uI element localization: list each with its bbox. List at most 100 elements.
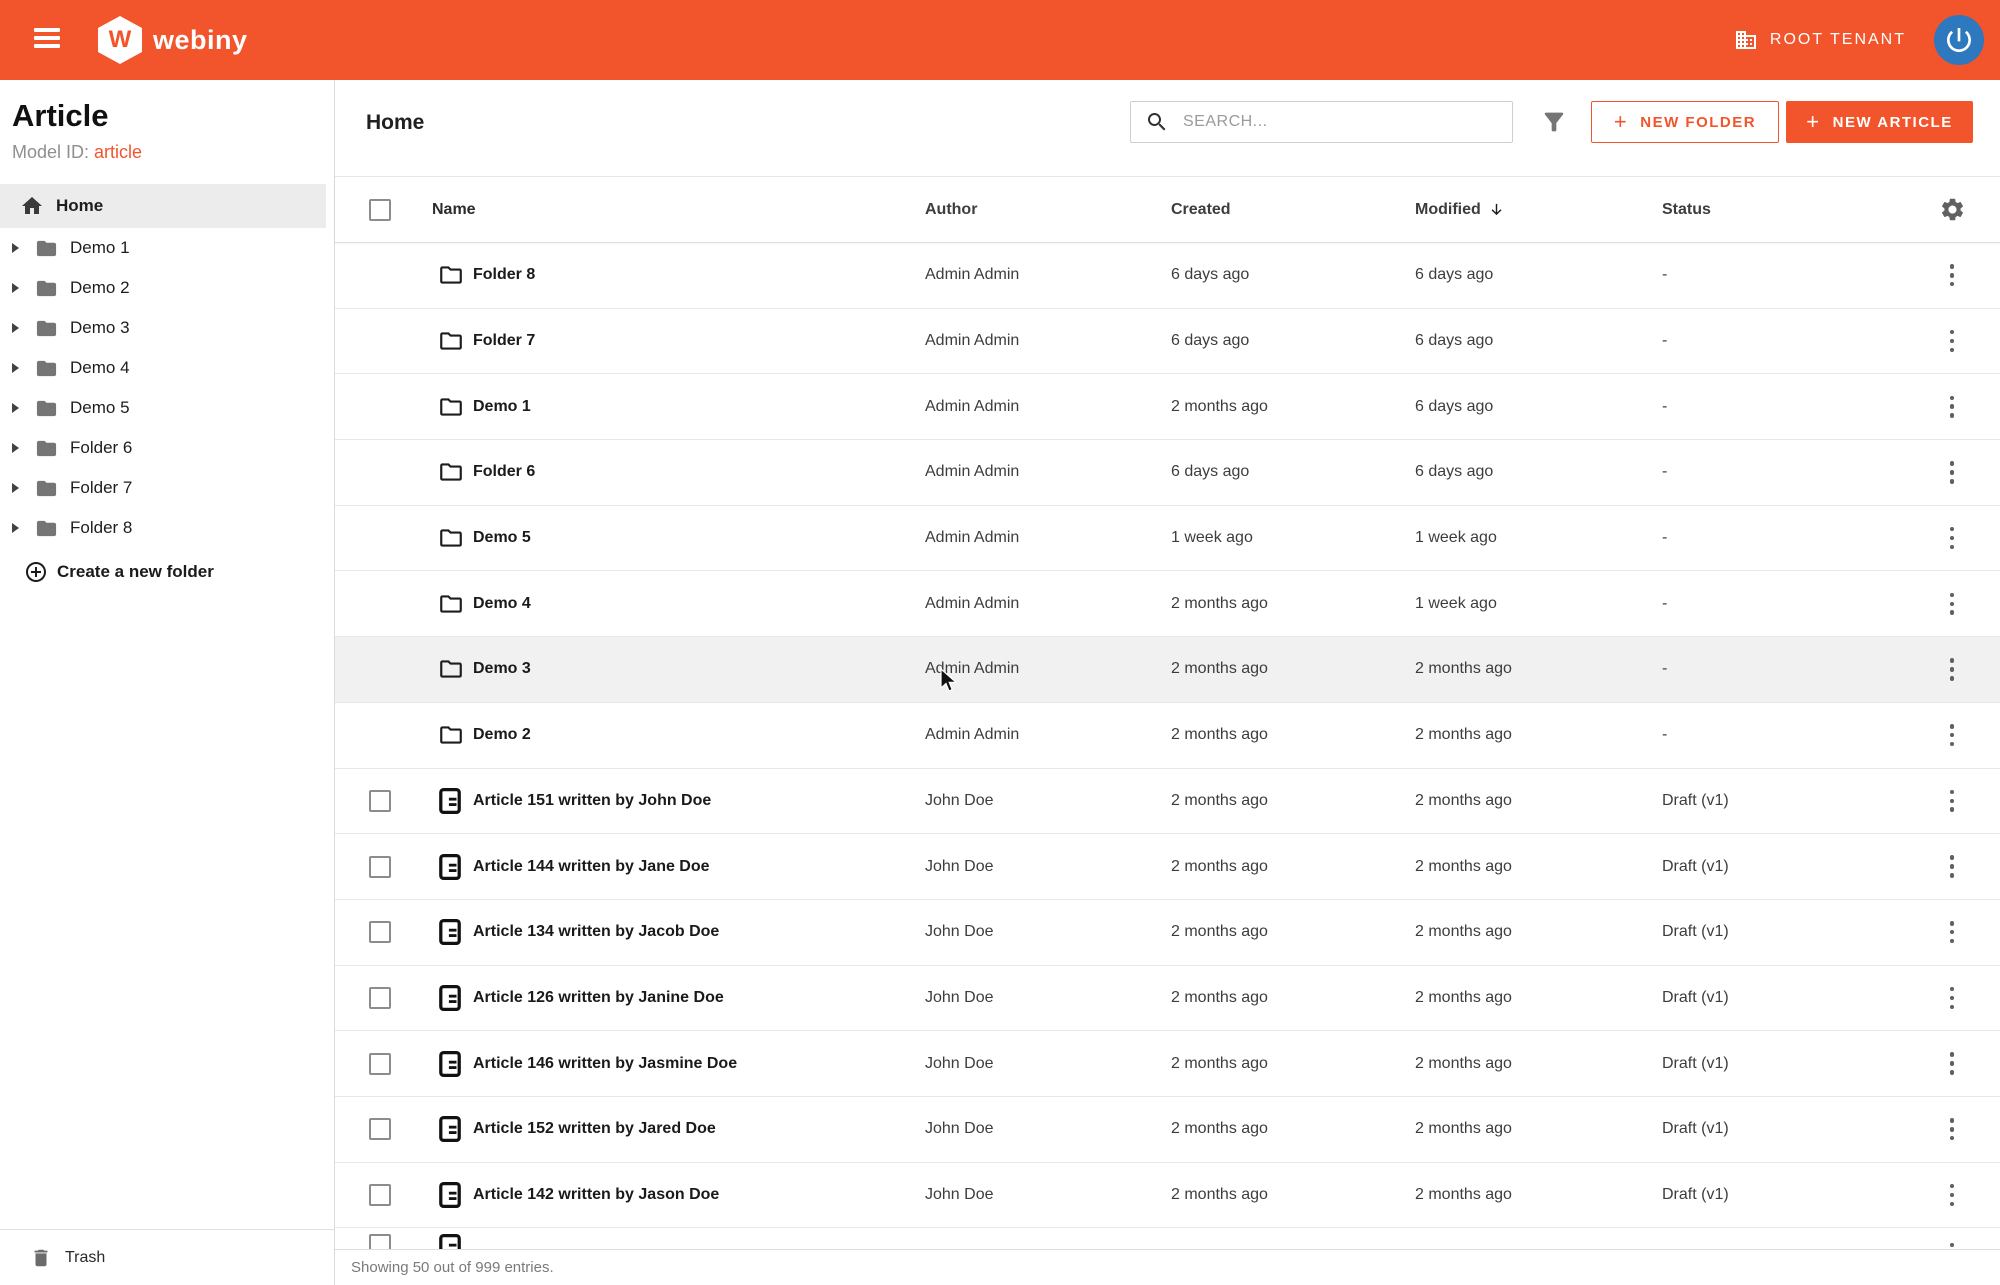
table-row[interactable]: Article 144 written by Jane Doe John Doe… bbox=[335, 834, 2000, 900]
column-header-created[interactable]: Created bbox=[1171, 201, 1415, 219]
row-checkbox[interactable] bbox=[369, 856, 391, 878]
caret-right-icon[interactable] bbox=[12, 443, 19, 453]
table-row[interactable]: Demo 3 Admin Admin 2 months ago 2 months… bbox=[335, 637, 2000, 703]
row-name[interactable]: Article 144 written by Jane Doe bbox=[473, 858, 925, 876]
row-menu-button[interactable] bbox=[1944, 1044, 1961, 1083]
table-row[interactable]: Demo 2 Admin Admin 2 months ago 2 months… bbox=[335, 703, 2000, 769]
row-name[interactable]: Article 126 written by Janine Doe bbox=[473, 989, 925, 1007]
row-name[interactable]: Demo 2 bbox=[473, 726, 925, 744]
table-row[interactable]: Folder 7 Admin Admin 6 days ago 6 days a… bbox=[335, 309, 2000, 375]
table-row[interactable]: Article 151 written by John Doe John Doe… bbox=[335, 769, 2000, 835]
sidebar-home-label: Home bbox=[56, 196, 103, 216]
table-row[interactable]: Article 142 written by Jason Doe John Do… bbox=[335, 1163, 2000, 1229]
webiny-logo[interactable]: W webiny bbox=[98, 16, 248, 64]
row-name[interactable]: Article 151 written by John Doe bbox=[473, 792, 925, 810]
row-checkbox[interactable] bbox=[369, 1053, 391, 1075]
table-body: Folder 8 Admin Admin 6 days ago 6 days a… bbox=[335, 243, 2000, 1285]
row-menu-button[interactable] bbox=[1944, 584, 1961, 623]
row-modified: 2 months ago bbox=[1415, 1186, 1662, 1204]
create-folder-button[interactable]: Create a new folder bbox=[0, 550, 214, 594]
new-article-button[interactable]: + NEW ARTICLE bbox=[1786, 101, 1973, 143]
caret-right-icon[interactable] bbox=[12, 523, 19, 533]
row-menu-button[interactable] bbox=[1944, 913, 1961, 952]
row-name[interactable]: Demo 1 bbox=[473, 398, 925, 416]
row-menu-button[interactable] bbox=[1944, 387, 1961, 426]
column-header-modified[interactable]: Modified bbox=[1415, 201, 1662, 219]
sidebar-folder-item[interactable]: Folder 8 bbox=[0, 508, 335, 548]
row-name[interactable]: Folder 6 bbox=[473, 463, 925, 481]
caret-right-icon[interactable] bbox=[12, 483, 19, 493]
table-row[interactable]: Folder 8 Admin Admin 6 days ago 6 days a… bbox=[335, 243, 2000, 309]
row-menu-button[interactable] bbox=[1944, 847, 1961, 886]
caret-right-icon[interactable] bbox=[12, 363, 19, 373]
table-row[interactable]: Article 146 written by Jasmine Doe John … bbox=[335, 1031, 2000, 1097]
row-menu-button[interactable] bbox=[1944, 322, 1961, 361]
table-row[interactable]: Article 126 written by Janine Doe John D… bbox=[335, 966, 2000, 1032]
user-avatar[interactable] bbox=[1934, 15, 1984, 65]
row-author: Admin Admin bbox=[925, 660, 1171, 678]
row-name[interactable]: Demo 5 bbox=[473, 529, 925, 547]
table-row[interactable]: Article 152 written by Jared Doe John Do… bbox=[335, 1097, 2000, 1163]
menu-button[interactable] bbox=[32, 26, 66, 54]
table-row[interactable]: Demo 4 Admin Admin 2 months ago 1 week a… bbox=[335, 571, 2000, 637]
sidebar-folder-item[interactable]: Folder 6 bbox=[0, 428, 335, 468]
row-name[interactable]: Article 146 written by Jasmine Doe bbox=[473, 1055, 925, 1073]
row-author: John Doe bbox=[925, 1186, 1171, 1204]
sidebar-folder-item[interactable]: Demo 1 bbox=[0, 228, 335, 268]
column-header-status[interactable]: Status bbox=[1662, 201, 1904, 219]
row-name[interactable]: Demo 4 bbox=[473, 595, 925, 613]
row-menu-button[interactable] bbox=[1944, 453, 1961, 492]
webiny-hexagon-icon: W bbox=[98, 16, 142, 64]
filter-button[interactable] bbox=[1537, 108, 1571, 138]
table-row[interactable]: Article 134 written by Jacob Doe John Do… bbox=[335, 900, 2000, 966]
row-menu-button[interactable] bbox=[1944, 256, 1961, 295]
trash-button[interactable]: Trash bbox=[0, 1229, 334, 1285]
row-checkbox[interactable] bbox=[369, 1118, 391, 1140]
row-name[interactable]: Article 152 written by Jared Doe bbox=[473, 1120, 925, 1138]
caret-right-icon[interactable] bbox=[12, 243, 19, 253]
row-menu-button[interactable] bbox=[1944, 519, 1961, 558]
tenant-selector[interactable]: ROOT TENANT bbox=[1728, 0, 1912, 80]
row-name[interactable]: Demo 3 bbox=[473, 660, 925, 678]
table-row[interactable]: Folder 6 Admin Admin 6 days ago 6 days a… bbox=[335, 440, 2000, 506]
row-author: John Doe bbox=[925, 1055, 1171, 1073]
column-header-author[interactable]: Author bbox=[925, 201, 1171, 219]
caret-right-icon[interactable] bbox=[12, 323, 19, 333]
brand-letter: W bbox=[109, 26, 132, 54]
new-folder-button[interactable]: + NEW FOLDER bbox=[1591, 101, 1779, 143]
row-name[interactable]: Article 142 written by Jason Doe bbox=[473, 1186, 925, 1204]
row-menu-button[interactable] bbox=[1944, 782, 1961, 821]
row-author: Admin Admin bbox=[925, 726, 1171, 744]
sidebar-folder-item[interactable]: Folder 7 bbox=[0, 468, 335, 508]
sidebar-item-home[interactable]: Home bbox=[0, 184, 326, 228]
sidebar-folder-item[interactable]: Demo 5 bbox=[0, 388, 335, 428]
column-header-name[interactable]: Name bbox=[432, 201, 925, 219]
sidebar-folder-item[interactable]: Demo 2 bbox=[0, 268, 335, 308]
home-icon bbox=[20, 194, 44, 218]
row-checkbox[interactable] bbox=[369, 790, 391, 812]
row-name[interactable]: Article 134 written by Jacob Doe bbox=[473, 923, 925, 941]
row-menu-button[interactable] bbox=[1944, 979, 1961, 1018]
row-checkbox[interactable] bbox=[369, 987, 391, 1009]
row-name[interactable]: Folder 8 bbox=[473, 266, 925, 284]
row-name[interactable]: Folder 7 bbox=[473, 332, 925, 350]
sidebar-folder-item[interactable]: Demo 4 bbox=[0, 348, 335, 388]
breadcrumb: Home bbox=[366, 111, 424, 135]
table-row[interactable]: Demo 1 Admin Admin 2 months ago 6 days a… bbox=[335, 374, 2000, 440]
model-id-value[interactable]: article bbox=[94, 142, 142, 162]
row-checkbox[interactable] bbox=[369, 1184, 391, 1206]
row-modified: 2 months ago bbox=[1415, 792, 1662, 810]
row-created: 1 week ago bbox=[1171, 529, 1415, 547]
row-checkbox[interactable] bbox=[369, 921, 391, 943]
column-settings-button[interactable] bbox=[1939, 196, 1966, 223]
caret-right-icon[interactable] bbox=[12, 283, 19, 293]
sidebar-folder-item[interactable]: Demo 3 bbox=[0, 308, 335, 348]
row-menu-button[interactable] bbox=[1944, 716, 1961, 755]
select-all-checkbox[interactable] bbox=[369, 199, 391, 221]
row-menu-button[interactable] bbox=[1944, 1110, 1961, 1149]
table-row[interactable]: Demo 5 Admin Admin 1 week ago 1 week ago… bbox=[335, 506, 2000, 572]
row-menu-button[interactable] bbox=[1944, 1176, 1961, 1215]
caret-right-icon[interactable] bbox=[12, 403, 19, 413]
search-input[interactable] bbox=[1181, 112, 1512, 132]
row-menu-button[interactable] bbox=[1944, 650, 1961, 689]
